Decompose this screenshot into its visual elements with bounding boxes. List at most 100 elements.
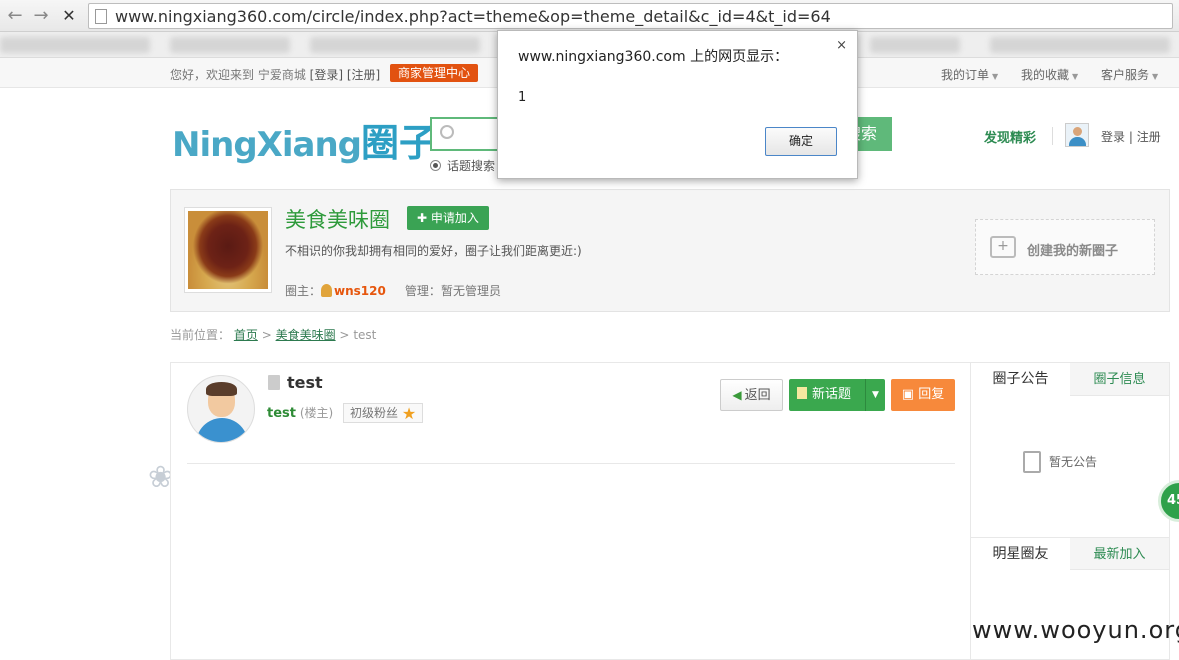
user-avatar-icon[interactable] (1065, 123, 1089, 147)
search-icon (440, 125, 454, 139)
clipboard-icon (1023, 451, 1041, 473)
author-avatar[interactable] (187, 375, 255, 443)
join-circle-button[interactable]: ✚ 申请加入 (407, 206, 489, 230)
stop-loading-icon[interactable]: ✕ (58, 5, 80, 27)
return-icon: ◀ (732, 388, 742, 402)
radio-selected-icon[interactable] (430, 160, 441, 171)
logo-text: NingXiang (172, 125, 362, 165)
search-option-label: 话题搜索 (447, 159, 496, 173)
author-row: test (楼主) 初级粉丝 ★ (267, 403, 424, 423)
notice-tabs: 圈子公告 圈子信息 (971, 363, 1169, 397)
food-photo (188, 211, 268, 289)
back-arrow-icon[interactable]: ← (4, 5, 26, 27)
admin-value: 暂无管理员 (440, 284, 501, 298)
blurred-bookmark (870, 37, 960, 53)
top-register-link[interactable]: [注册] (347, 68, 380, 82)
member-level-badge: 初级粉丝 ★ (343, 403, 424, 423)
tab-circle-notice[interactable]: 圈子公告 (971, 363, 1070, 397)
circle-owner-row: 圈主： wns120 管理：暂无管理员 (285, 282, 501, 299)
owner-avatar-icon (321, 284, 333, 297)
address-bar[interactable]: www.ningxiang360.com/circle/index.php?ac… (88, 3, 1173, 29)
back-button[interactable]: ◀ 返回 (720, 379, 783, 411)
chevron-down-icon: ▼ (1152, 72, 1159, 81)
new-topic-dropdown-chevron-icon[interactable]: ▼ (865, 379, 885, 411)
dialog-title: www.ningxiang360.com 上的网页显示： (518, 49, 789, 65)
add-user-icon: ✚ (417, 211, 431, 225)
page-icon (95, 9, 107, 24)
breadcrumb-circle-link[interactable]: 美食美味圈 (276, 328, 336, 342)
link-separator: | (1128, 130, 1133, 144)
header-login-links: 登录 | 注册 (1101, 128, 1161, 145)
create-chat-icon: + (990, 236, 1016, 258)
circle-cover-image[interactable] (184, 207, 272, 293)
new-topic-label-wrap: 新话题 (797, 379, 851, 411)
site-logo[interactable]: NingXiang圈子 (172, 112, 438, 165)
circle-info-panel: 美食美味圈 ✚ 申请加入 不相识的你我却拥有相同的爱好，圈子让我们距离更近:) … (170, 189, 1170, 312)
dialog-message: 1 (518, 90, 527, 105)
logo-text-cn: 圈子 (361, 121, 438, 165)
create-circle-button[interactable]: + 创建我的新圈子 (975, 219, 1155, 275)
close-icon[interactable]: × (836, 38, 847, 53)
reply-button-label: 回复 (918, 387, 945, 402)
tab-star-members[interactable]: 明星圈友 (971, 538, 1070, 572)
author-role: (楼主) (299, 406, 334, 420)
tab-new-members[interactable]: 最新加入 (1070, 538, 1169, 571)
welcome-text: 您好，欢迎来到 宁爱商城 [登录] [注册] (170, 66, 380, 83)
author-name-link[interactable]: test (267, 406, 296, 421)
breadcrumb-separator: > (339, 328, 350, 342)
avatar-hair (206, 382, 237, 396)
ok-button[interactable]: 确定 (765, 127, 837, 156)
breadcrumb-home-link[interactable]: 首页 (234, 328, 258, 342)
avatar-body (196, 418, 248, 442)
seller-center-button[interactable]: 商家管理中心 (390, 64, 479, 82)
member-tabs: 明星圈友 最新加入 (971, 537, 1169, 572)
back-button-label: 返回 (744, 388, 771, 403)
content-divider (187, 463, 955, 464)
document-icon (268, 375, 280, 390)
reply-button[interactable]: ▣ 回复 (891, 379, 955, 411)
topic-panel: test test (楼主) 初级粉丝 ★ ◀ 返回 新话题 ▼ ▣ 回复 (170, 362, 970, 660)
my-favorites-menu[interactable]: 我的收藏 ▼ (1021, 66, 1078, 83)
member-level-label: 初级粉丝 (350, 406, 399, 420)
breadcrumb-label: 当前位置： (170, 328, 231, 342)
admin-label: 管理： (404, 284, 441, 298)
breadcrumb: 当前位置： 首页 > 美食美味圈 > test (170, 326, 376, 343)
discover-link[interactable]: 发现精彩 (984, 127, 1036, 146)
tab-circle-info[interactable]: 圈子信息 (1070, 363, 1169, 396)
new-topic-label: 新话题 (812, 387, 852, 402)
chevron-down-icon: ▼ (1072, 72, 1079, 81)
alert-dialog: www.ningxiang360.com 上的网页显示： × 1 确定 (497, 30, 858, 179)
empty-notice: 暂无公告 (1023, 451, 1097, 473)
chevron-down-icon: ▼ (992, 72, 999, 81)
breadcrumb-current: test (353, 328, 377, 342)
header-register-link[interactable]: 注册 (1137, 130, 1161, 144)
note-icon (797, 387, 807, 399)
circle-name[interactable]: 美食美味圈 (285, 204, 390, 234)
speech-bubble-icon: ▣ (901, 387, 919, 402)
customer-service-menu[interactable]: 客户服务 ▼ (1101, 66, 1158, 83)
browser-toolbar: ← → ✕ www.ningxiang360.com/circle/index.… (0, 0, 1179, 32)
blurred-bookmark (990, 37, 1170, 53)
customer-service-label: 客户服务 (1101, 68, 1150, 82)
owner-label: 圈主： (285, 284, 322, 298)
watermark: www.wooyun.org (972, 616, 1179, 644)
star-icon: ★ (401, 404, 417, 423)
create-circle-label: 创建我的新圈子 (1027, 244, 1119, 259)
breadcrumb-separator: > (261, 328, 272, 342)
blurred-bookmark (310, 37, 480, 53)
search-type-option[interactable]: 话题搜索 (430, 157, 495, 174)
my-orders-menu[interactable]: 我的订单 ▼ (941, 66, 998, 83)
top-login-link[interactable]: [登录] (310, 68, 343, 82)
new-topic-button[interactable]: 新话题 ▼ (789, 379, 885, 411)
join-button-label: 申请加入 (430, 211, 479, 225)
address-bar-url[interactable]: www.ningxiang360.com/circle/index.php?ac… (115, 7, 831, 26)
blurred-bookmark (0, 37, 150, 53)
header-login-link[interactable]: 登录 (1101, 130, 1125, 144)
topic-title: test (287, 373, 323, 392)
my-orders-label: 我的订单 (941, 68, 990, 82)
forward-arrow-icon[interactable]: → (30, 5, 52, 27)
circle-description: 不相识的你我却拥有相同的爱好，圈子让我们距离更近:) (285, 244, 582, 258)
my-favorites-label: 我的收藏 (1021, 68, 1070, 82)
blurred-bookmark (170, 37, 290, 53)
owner-name-link[interactable]: wns120 (334, 284, 386, 298)
